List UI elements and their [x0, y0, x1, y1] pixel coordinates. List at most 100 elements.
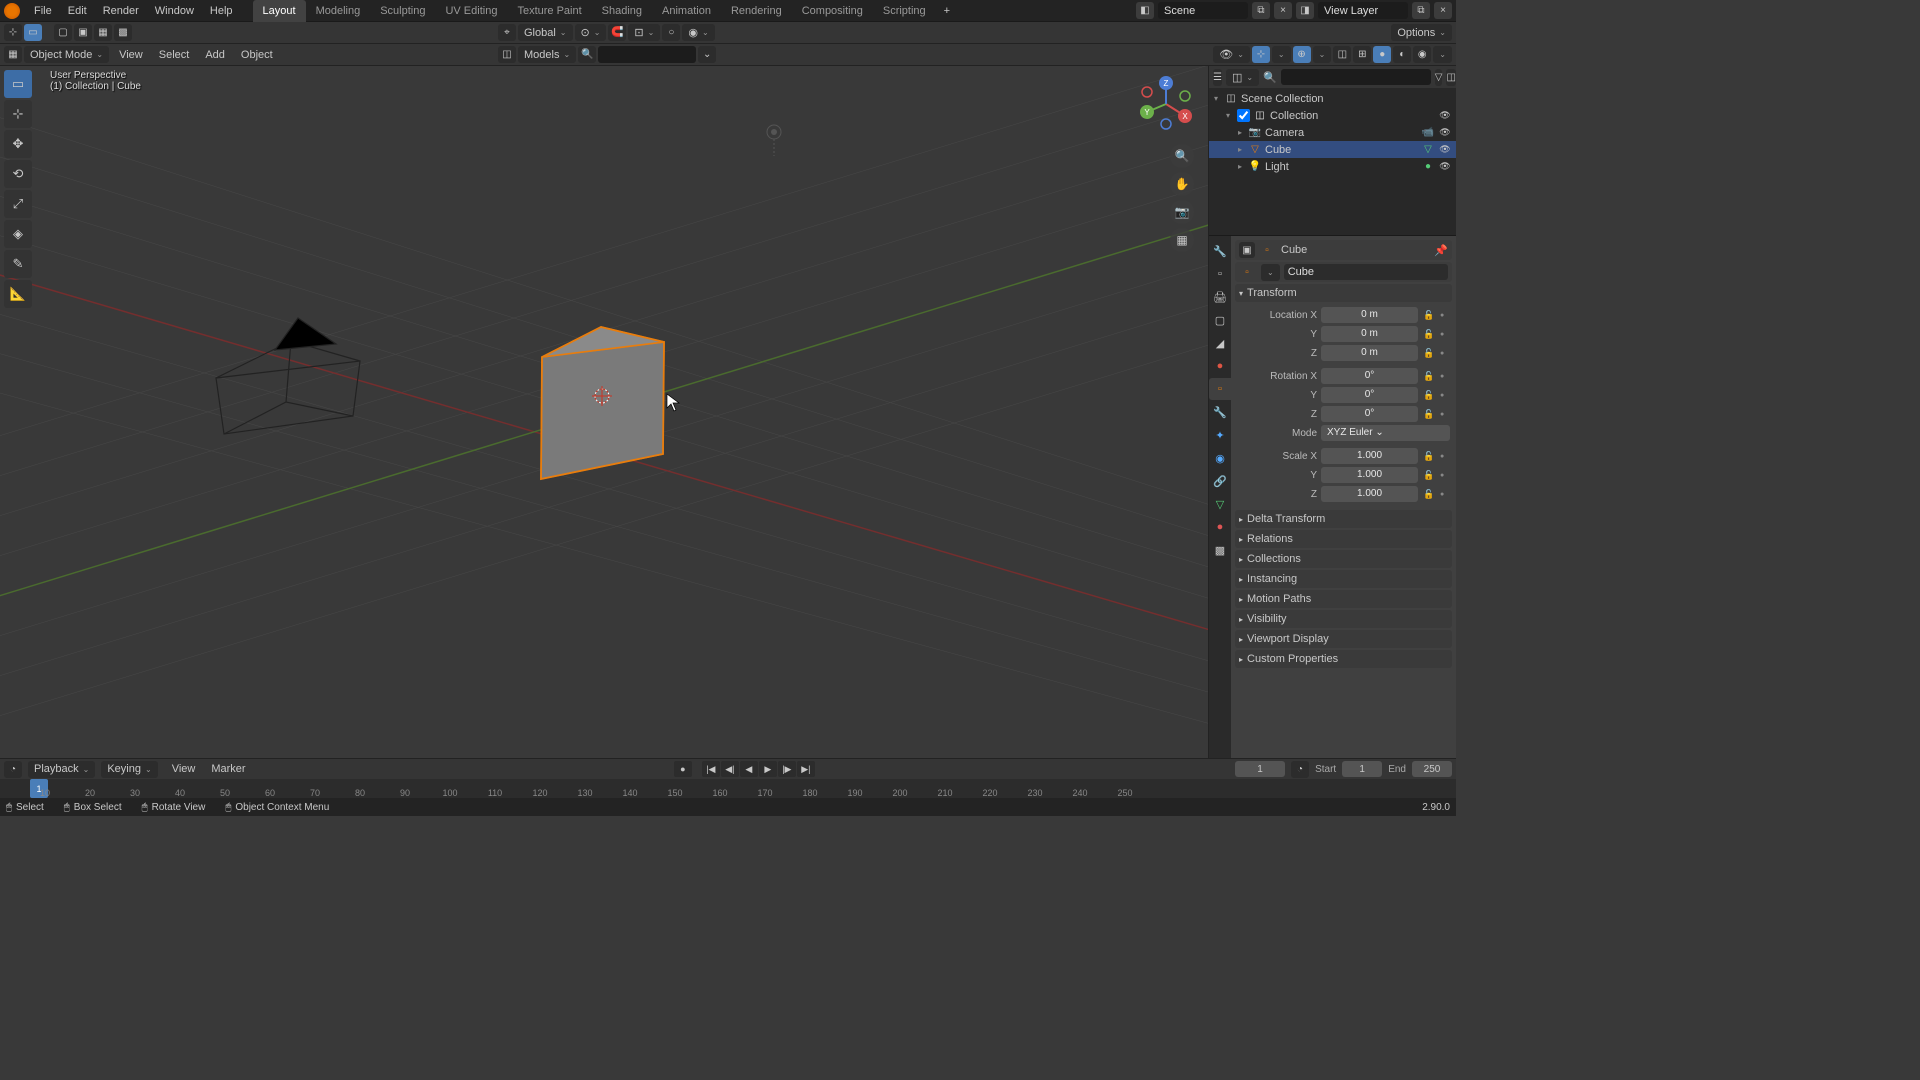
collection-row[interactable]: ▾ ◫ Collection 👁	[1209, 107, 1456, 124]
current-frame-field[interactable]: 1	[1235, 761, 1285, 777]
camera-nav-icon[interactable]: 📷	[1170, 200, 1194, 224]
shading-wireframe-icon[interactable]: ⊞	[1353, 46, 1371, 63]
timeline-ruler[interactable]: 1 10203040506070809010011012013014015016…	[0, 779, 1456, 798]
keying-dropdown[interactable]: Keying	[101, 761, 157, 778]
prop-tab-tool[interactable]: 🔧	[1209, 240, 1231, 262]
outliner-item-camera[interactable]: ▸📷Camera📹👁	[1209, 124, 1456, 141]
tab-sculpting[interactable]: Sculpting	[370, 0, 435, 22]
outliner-filter-icon[interactable]: ▽	[1435, 69, 1443, 86]
clock-icon[interactable]: ◔	[1291, 761, 1309, 778]
tab-scripting[interactable]: Scripting	[873, 0, 936, 22]
select-mode-1-icon[interactable]: ▢	[54, 24, 72, 41]
nav-gizmo[interactable]: X Y Z	[1136, 74, 1196, 134]
perspective-nav-icon[interactable]: ▦	[1170, 228, 1194, 252]
scale-x-field[interactable]: 1.000	[1321, 448, 1418, 464]
outliner-item-cube[interactable]: ▸▽Cube▽👁	[1209, 141, 1456, 158]
hide-icon[interactable]: 👁	[1438, 110, 1452, 121]
panel-visibility[interactable]: Visibility	[1235, 610, 1452, 628]
pin-icon[interactable]: 📌	[1434, 244, 1448, 257]
move-tool[interactable]: ✥	[4, 130, 32, 158]
lock-icon[interactable]: 🔓	[1422, 409, 1436, 420]
prop-tab-particle[interactable]: ✦	[1209, 424, 1231, 446]
delete-viewlayer-button[interactable]: ×	[1434, 2, 1452, 19]
lock-icon[interactable]: 🔓	[1422, 390, 1436, 401]
lock-icon[interactable]: 🔓	[1422, 371, 1436, 382]
transform-panel-header[interactable]: Transform	[1235, 284, 1452, 302]
header-search-input[interactable]	[598, 46, 696, 63]
prop-tab-texture[interactable]: ▩	[1209, 539, 1231, 561]
menu-render[interactable]: Render	[95, 0, 147, 22]
search-hdr-icon[interactable]: 🔍	[578, 46, 596, 63]
tl-menu-view[interactable]: View	[164, 758, 204, 780]
new-viewlayer-button[interactable]: ⧉	[1412, 2, 1430, 19]
new-scene-button[interactable]: ⧉	[1252, 2, 1270, 19]
select-mode-4-icon[interactable]: ▩	[114, 24, 132, 41]
proportional-icon[interactable]: ○	[662, 24, 680, 41]
location-y-field[interactable]: 0 m	[1321, 326, 1418, 342]
object-mode-dropdown[interactable]: Object Mode	[24, 46, 109, 63]
snap-dropdown[interactable]: ⊡	[628, 24, 660, 41]
shading-matcap-icon[interactable]: ◐	[1393, 46, 1411, 63]
editor-type-icon[interactable]: ▦	[4, 46, 22, 63]
editor-type-prop-icon[interactable]: ▣	[1239, 242, 1255, 258]
prop-tab-physics[interactable]: ◉	[1209, 447, 1231, 469]
scale-y-field[interactable]: 1.000	[1321, 467, 1418, 483]
prop-tab-viewlayer[interactable]: ▢	[1209, 309, 1231, 331]
prev-key-icon[interactable]: ◀|	[721, 761, 739, 777]
scene-collection-row[interactable]: ▾ ◫ Scene Collection	[1209, 90, 1456, 107]
filter-hdr-icon[interactable]: ⌄	[698, 46, 716, 63]
snap-icon[interactable]: 🧲	[608, 24, 626, 41]
start-frame-field[interactable]: 1	[1342, 761, 1382, 777]
gizmo-toggle-icon[interactable]: ⊹	[1252, 46, 1270, 63]
tab-modeling[interactable]: Modeling	[306, 0, 371, 22]
prop-tab-output[interactable]: 🖨	[1209, 286, 1231, 308]
vp-menu-select[interactable]: Select	[151, 44, 198, 66]
tab-compositing[interactable]: Compositing	[792, 0, 873, 22]
xray-icon[interactable]: ◫	[1333, 46, 1351, 63]
hide-icon[interactable]: 👁	[1438, 127, 1452, 138]
annotate-tool[interactable]: ✎	[4, 250, 32, 278]
timeline-type-icon[interactable]: ◔	[4, 761, 22, 778]
panel-motion-paths[interactable]: Motion Paths	[1235, 590, 1452, 608]
menu-window[interactable]: Window	[147, 0, 202, 22]
location-x-field[interactable]: 0 m	[1321, 307, 1418, 323]
lock-icon[interactable]: 🔓	[1422, 489, 1436, 500]
vp-menu-object[interactable]: Object	[233, 44, 281, 66]
delete-scene-button[interactable]: ×	[1274, 2, 1292, 19]
lock-icon[interactable]: 🔓	[1422, 348, 1436, 359]
scene-name-input[interactable]	[1158, 2, 1248, 19]
collection-dropdown[interactable]: Models	[518, 46, 576, 63]
menu-help[interactable]: Help	[202, 0, 241, 22]
outliner-type-icon[interactable]: ☰	[1213, 69, 1222, 86]
add-workspace-button[interactable]: +	[936, 5, 958, 17]
shading-rendered-icon[interactable]: ◉	[1413, 46, 1431, 63]
measure-tool[interactable]: 📐	[4, 280, 32, 308]
prop-tab-constraint[interactable]: 🔗	[1209, 470, 1231, 492]
lock-icon[interactable]: 🔓	[1422, 451, 1436, 462]
jump-start-icon[interactable]: |◀	[702, 761, 720, 777]
outliner-mode-dropdown[interactable]: ◫	[1226, 69, 1259, 86]
menu-file[interactable]: File	[26, 0, 60, 22]
prop-tab-object[interactable]: ▫	[1209, 378, 1231, 400]
lock-icon[interactable]: 🔓	[1422, 310, 1436, 321]
tab-layout[interactable]: Layout	[253, 0, 306, 22]
select-tool-icon[interactable]: ▭	[24, 24, 42, 41]
tab-texture-paint[interactable]: Texture Paint	[507, 0, 591, 22]
next-key-icon[interactable]: |▶	[778, 761, 796, 777]
hide-icon[interactable]: 👁	[1438, 144, 1452, 155]
panel-instancing[interactable]: Instancing	[1235, 570, 1452, 588]
viewlayer-name-input[interactable]	[1318, 2, 1408, 19]
rotation-mode-dropdown[interactable]: XYZ Euler ⌄	[1321, 425, 1450, 441]
overlay-dropdown[interactable]	[1313, 46, 1332, 63]
overlay-toggle-icon[interactable]: ⊕	[1293, 46, 1311, 63]
panel-custom-properties[interactable]: Custom Properties	[1235, 650, 1452, 668]
scale-z-field[interactable]: 1.000	[1321, 486, 1418, 502]
tab-rendering[interactable]: Rendering	[721, 0, 792, 22]
auto-key-icon[interactable]: ●	[674, 761, 692, 777]
viewlayer-browse-icon[interactable]: ◨	[1296, 2, 1314, 19]
outliner-item-light[interactable]: ▸💡Light●👁	[1209, 158, 1456, 175]
options-dropdown[interactable]: Options	[1391, 24, 1452, 41]
playback-dropdown[interactable]: Playback	[28, 761, 95, 778]
object-name-input[interactable]	[1284, 264, 1448, 280]
prop-tab-material[interactable]: ●	[1209, 516, 1231, 538]
